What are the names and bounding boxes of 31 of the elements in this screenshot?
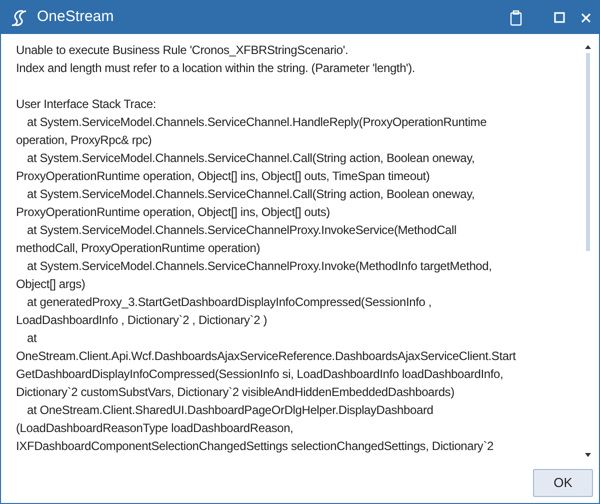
stack-trace-line: GetDashboardDisplayInfoCompressed(SessionInfo si, LoadDashboardInfo loadDashboardInfo, bbox=[16, 366, 504, 383]
stack-trace-line: at OneStream.Client.SharedUI.DashboardPageOrDlgHelper.DisplayDashboard bbox=[26, 402, 434, 419]
stack-trace-line: at System.ServiceModel.Channels.ServiceChannel.Call(String action, Boolean oneway, bbox=[26, 150, 475, 167]
error-message: Unable to execute Business Rule 'Cronos_XFBRStringScenario'. bbox=[16, 42, 348, 59]
stack-trace-line: at System.ServiceModel.Channels.ServiceChannelProxy.InvokeService(MethodCall bbox=[26, 222, 456, 239]
stack-trace-line: Object[] args) bbox=[16, 276, 86, 293]
stack-trace-line: LoadDashboardInfo , Dictionary`2 , Dictionary`2 ) bbox=[16, 312, 267, 329]
stack-trace-line: methodCall, ProxyOperationRuntime operation) bbox=[16, 240, 260, 257]
window-title: OneStream bbox=[37, 7, 115, 28]
scroll-down-icon[interactable] bbox=[585, 453, 591, 457]
stack-trace-line: Dictionary`2 customSubstVars, Dictionary`2 visibleAndHiddenEmbeddedDashboards) bbox=[16, 384, 454, 401]
stack-trace-line: at bbox=[26, 330, 37, 347]
ok-button[interactable]: OK bbox=[533, 469, 593, 497]
logo-icon bbox=[9, 8, 29, 28]
maximize-icon[interactable] bbox=[554, 12, 565, 23]
stack-trace-line: at System.ServiceModel.Channels.ServiceChannelProxy.Invoke(MethodInfo targetMethod, bbox=[26, 258, 492, 275]
stack-trace-line: at System.ServiceModel.Channels.ServiceChannel.HandleReply(ProxyOperationRuntime bbox=[26, 114, 487, 131]
stack-trace-line: OneStream.Client.Api.Wcf.DashboardsAjaxServiceReference.DashboardsAjaxServiceClient.Start bbox=[16, 348, 516, 365]
error-message: Index and length must refer to a location within the string. (Parameter 'length'). bbox=[16, 60, 416, 77]
clipboard-icon[interactable] bbox=[510, 10, 522, 26]
stack-trace-title: User Interface Stack Trace: bbox=[16, 96, 156, 113]
scrollbar-thumb[interactable] bbox=[586, 53, 590, 251]
stack-trace-line: IXFDashboardComponentSelectionChangedSettings selectionChangedSettings, Dictionary`2 bbox=[16, 438, 494, 455]
stack-trace-line: at generatedProxy_3.StartGetDashboardDisplayInfoCompressed(SessionInfo , bbox=[26, 294, 432, 311]
stack-trace-line: ProxyOperationRuntime operation, Object[] ins, Object[] outs) bbox=[16, 204, 330, 221]
stack-trace-line: operation, ProxyRpc& rpc) bbox=[16, 132, 152, 149]
close-icon[interactable] bbox=[581, 12, 591, 22]
stack-trace-line: at System.ServiceModel.Channels.ServiceChannel.Call(String action, Boolean oneway, bbox=[26, 186, 475, 203]
stack-trace-line: (LoadDashboardReasonType loadDashboardReason, bbox=[16, 420, 294, 437]
scroll-up-icon[interactable] bbox=[585, 45, 591, 49]
stack-trace-line: ProxyOperationRuntime operation, Object[] ins, Object[] outs, TimeSpan timeout) bbox=[16, 168, 430, 185]
